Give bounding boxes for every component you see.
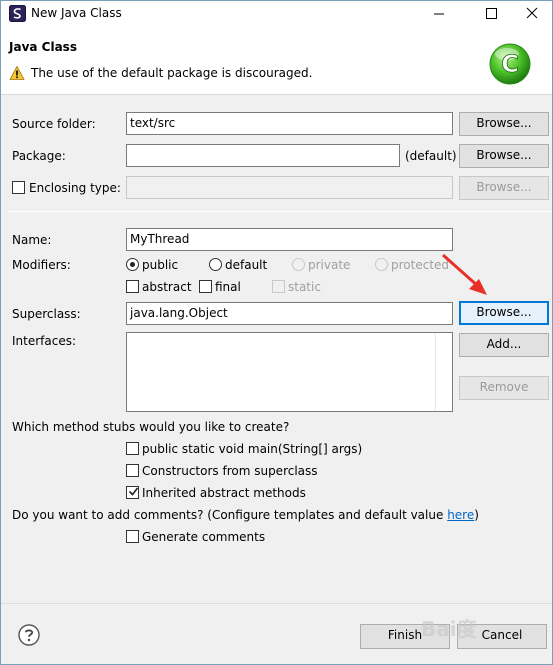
inherited-abstract-checkbox[interactable] [126,486,139,499]
source-folder-input[interactable]: text/src [126,112,453,135]
new-java-class-dialog: New Java Class Java Class The use of the… [0,0,553,665]
constructors-checkbox[interactable] [126,464,139,477]
superclass-label: Superclass: [12,307,81,321]
interfaces-list-scrollbar[interactable] [435,333,452,411]
section-separator [9,211,551,212]
wizard-banner: Java Class The use of the default packag… [1,27,552,95]
modifiers-label: Modifiers: [12,258,71,272]
package-default-label: (default) [405,149,457,163]
footer-separator [1,603,552,604]
private-radio-label: private [308,258,351,272]
inherited-abstract-label: Inherited abstract methods [142,486,306,500]
source-folder-browse-button[interactable]: Browse... [459,112,549,136]
name-label: Name: [12,233,52,247]
baidu-watermark: Bai度 [421,617,477,641]
interfaces-add-button[interactable]: Add... [459,333,549,357]
interfaces-label: Interfaces: [12,334,77,348]
superclass-input[interactable]: java.lang.Object [126,302,453,325]
source-folder-label: Source folder: [12,117,96,131]
comments-question: Do you want to add comments? (Configure … [12,508,479,522]
final-checkbox[interactable] [199,280,212,293]
minimize-button[interactable] [416,1,462,27]
maximize-icon [486,8,497,19]
close-icon [526,7,538,19]
name-input[interactable]: MyThread [126,228,453,251]
protected-radio [375,258,388,271]
enclosing-type-input [126,176,453,199]
package-input[interactable] [126,144,400,167]
close-button[interactable] [509,1,552,27]
enclosing-type-label: Enclosing type: [29,181,121,195]
wizard-title: Java Class [9,40,77,54]
title-bar: New Java Class [1,1,552,27]
default-radio-label: default [225,258,268,272]
radio-selected-dot [130,262,135,267]
configure-templates-link[interactable]: here [447,508,474,522]
abstract-checkbox-label: abstract [142,280,192,294]
public-radio[interactable] [126,258,139,271]
static-checkbox-label: static [288,280,321,294]
superclass-browse-button[interactable]: Browse... [459,301,549,325]
logo-letter: C [501,50,519,78]
final-checkbox-label: final [215,280,241,294]
private-radio [292,258,305,271]
comments-question-text: Do you want to add comments? (Configure … [12,508,448,522]
help-icon[interactable] [18,624,40,646]
method-stubs-question: Which method stubs would you like to cre… [12,420,290,434]
enclosing-type-browse-button: Browse... [459,176,549,200]
maximize-button[interactable] [465,1,511,27]
comments-question-close: ) [474,508,479,522]
eclipse-app-icon [9,5,26,22]
window-title: New Java Class [31,6,122,20]
interfaces-list[interactable] [126,332,453,412]
static-checkbox [272,280,285,293]
constructors-label: Constructors from superclass [142,464,318,478]
checkmark-icon [128,487,139,496]
main-method-label: public static void main(String[] args) [142,442,363,456]
java-class-logo-icon: C [489,43,531,85]
generate-comments-label: Generate comments [142,530,266,544]
default-radio[interactable] [209,258,222,271]
annotation-arrow-icon [442,253,487,295]
generate-comments-checkbox[interactable] [126,530,139,543]
enclosing-type-checkbox[interactable] [12,181,25,194]
interfaces-remove-button: Remove [459,376,549,400]
main-method-checkbox[interactable] [126,442,139,455]
minimize-icon [434,13,444,15]
abstract-checkbox[interactable] [126,280,139,293]
warning-message: The use of the default package is discou… [31,66,313,80]
public-radio-label: public [142,258,179,272]
package-label: Package: [12,149,66,163]
warning-icon [9,65,25,80]
package-browse-button[interactable]: Browse... [459,144,549,168]
